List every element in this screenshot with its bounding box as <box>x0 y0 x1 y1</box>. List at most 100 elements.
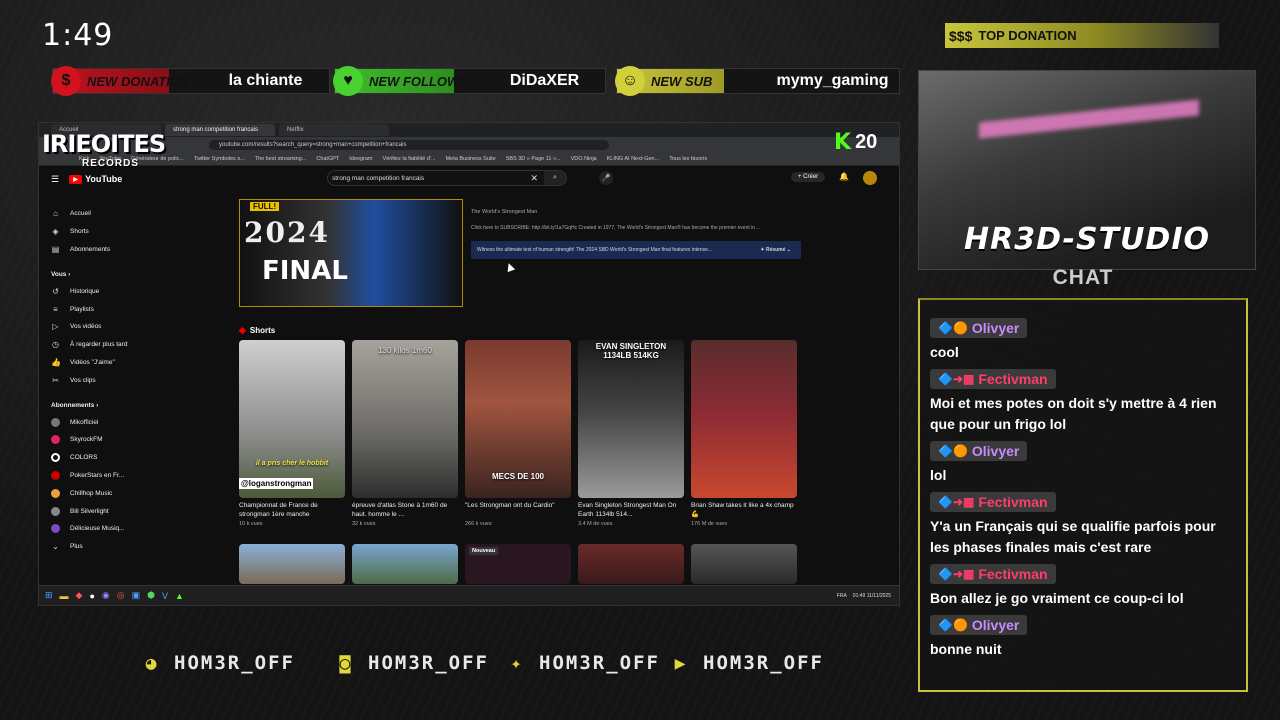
bookmark[interactable]: Meta Business Suite <box>446 156 496 162</box>
sidebar-item-more[interactable]: ⌄ Plus <box>51 538 143 556</box>
short-card[interactable]: MECS DE 100 "Les Strongman ont du Cardio… <box>465 340 571 527</box>
chat-user: 🔷🟠 Olivyer <box>930 318 1028 338</box>
sidebar-section-abonnements[interactable]: Abonnements › <box>51 397 143 413</box>
app-icon[interactable]: V <box>162 591 168 601</box>
app-icon[interactable]: ◎ <box>117 590 125 601</box>
subscription-item[interactable]: Mikofficiel <box>51 413 143 431</box>
windows-icon[interactable]: ⊞ <box>45 590 53 601</box>
short-views: 3,4 M de vues <box>578 521 613 527</box>
bookmark[interactable]: Vérifiez la fiabilité d'... <box>383 156 436 162</box>
bookmark[interactable]: Tous les favoris <box>669 156 707 162</box>
url-input[interactable]: youtube.com/results?search_query=strong+… <box>209 140 609 150</box>
folder-icon[interactable]: ▬ <box>60 591 69 601</box>
short-card[interactable]: Brian Shaw takes it like a 4x champ 💪 17… <box>691 340 797 527</box>
short-thumbnail[interactable]: MECS DE 100 <box>465 340 571 498</box>
channel-name[interactable]: The World's Strongest Man <box>471 209 537 215</box>
short-thumbnail[interactable]: 130 kilos 1m60 <box>352 340 458 498</box>
youtube-logo[interactable]: ▶ YouTube <box>69 174 122 184</box>
sidebar-item-playlists[interactable]: ≡ Playlists <box>51 300 143 318</box>
clear-icon[interactable]: ✕ <box>530 173 538 184</box>
short-views: 176 M de vues <box>691 521 728 527</box>
promo-banner[interactable]: Witness the ultimate test of human stren… <box>471 241 801 259</box>
short-title[interactable]: Brian Shaw takes it like a 4x champ 💪 <box>691 502 797 519</box>
chat-text: Moi et mes potes on doit s'y mettre à 4 … <box>930 395 1217 432</box>
sidebar-item-accueil[interactable]: ⌂ Accueil <box>51 205 143 223</box>
bookmark[interactable]: Ideogram <box>349 156 372 162</box>
short-thumbnail[interactable] <box>578 544 684 584</box>
search-icon[interactable]: ⌕ <box>544 171 566 185</box>
subscription-item[interactable]: PokerStars en Fr... <box>51 467 143 485</box>
create-button[interactable]: + Créer <box>791 172 826 182</box>
bookmark[interactable]: Twitter Symboles s... <box>194 156 245 162</box>
chat-text: lol <box>930 467 947 483</box>
app-icon[interactable]: ▲ <box>175 591 184 601</box>
new-badge: Nouveau <box>469 547 499 555</box>
sidebar-item-abonnements[interactable]: ▤ Abonnements <box>51 241 143 259</box>
thumb-caption: 130 kilos 1m60 <box>378 346 432 355</box>
subscription-item[interactable]: Chillhop Music <box>51 484 143 502</box>
subscription-item[interactable]: COLORS <box>51 449 143 467</box>
short-card[interactable]: il a pris cher le hobbit @loganstrongman… <box>239 340 345 527</box>
tab-search[interactable]: strong man competition francais <box>165 124 275 136</box>
short-card[interactable]: 130 kilos 1m60 épreuve d'atlas Stone à 1… <box>352 340 458 527</box>
subscription-item[interactable]: SkyrockFM <box>51 431 143 449</box>
short-title[interactable]: épreuve d'atlas Stone à 1m60 de haut. ho… <box>352 502 458 519</box>
avatar[interactable] <box>863 171 877 185</box>
sidebar-item-clips[interactable]: ✂ Vos clips <box>51 371 143 389</box>
browser-icon[interactable]: ◆ <box>76 590 83 601</box>
short-thumbnail[interactable]: EVAN SINGLETON 1134LB 514KG <box>578 340 684 498</box>
bell-icon[interactable]: 🔔 <box>839 172 849 181</box>
bookmark[interactable]: KLING AI Next-Gen... <box>607 156 660 162</box>
featured-thumbnail[interactable]: FULL! 2024 FINAL <box>239 199 463 307</box>
summary-button[interactable]: ✦ Résumé ⌄ <box>760 247 791 253</box>
short-views: 32 k vues <box>352 521 376 527</box>
tab-netflix[interactable]: Netflix <box>279 124 389 136</box>
short-title[interactable]: Championnat de France de strongman 1ère … <box>239 502 345 519</box>
chat-text: bonne nuit <box>930 641 1002 657</box>
chat-panel: 🔷🟠 Olivyer cool 🔷➜▦ Fectivman Moi et mes p… <box>918 298 1248 692</box>
sidebar-section-vous[interactable]: Vous › <box>51 266 143 282</box>
chevron-down-icon: ⌄ <box>52 542 59 552</box>
social-instagram: ◙ HOM3R_OFF <box>334 652 489 674</box>
channel-avatar <box>51 488 60 498</box>
mic-icon[interactable]: 🎤 <box>599 171 613 185</box>
search-input[interactable]: strong man competition francais ✕ ⌕ <box>327 170 567 186</box>
tray-time[interactable]: 01:49 11/11/2025 <box>853 593 891 599</box>
short-card[interactable]: EVAN SINGLETON 1134LB 514KG Evan Singlet… <box>578 340 684 527</box>
sidebar-item-shorts[interactable]: ◈ Shorts <box>51 223 143 241</box>
short-title[interactable]: "Les Strongman ont du Cardio" <box>465 502 571 519</box>
app-icon[interactable]: ● <box>89 591 94 601</box>
badge-icon: 🔷🟠 <box>938 321 968 335</box>
short-thumbnail[interactable] <box>239 544 345 584</box>
app-icon[interactable]: ▣ <box>132 590 141 601</box>
short-thumbnail[interactable] <box>691 544 797 584</box>
video-icon: ▷ <box>52 322 59 332</box>
bookmark[interactable]: The best streaming... <box>255 156 307 162</box>
heart-icon: ♥ <box>333 66 363 96</box>
tray-lang[interactable]: FRA <box>837 593 847 599</box>
short-thumbnail[interactable] <box>691 340 797 498</box>
app-icon[interactable]: ⬢ <box>147 590 155 601</box>
short-title[interactable]: Evan Singleton Strongest Man On Earth 11… <box>578 502 684 519</box>
shorts-grid: il a pris cher le hobbit @loganstrongman… <box>239 340 797 527</box>
menu-icon[interactable]: ☰ <box>51 174 59 185</box>
stream-timer: 1:49 <box>42 18 114 53</box>
app-icon[interactable]: ◉ <box>102 590 110 601</box>
brand-logo: IRIEOITES <box>42 130 166 158</box>
subscription-item[interactable]: Bill Silverlight <box>51 502 143 520</box>
subscriptions-icon: ▤ <box>51 244 60 254</box>
chat-text: cool <box>930 344 959 360</box>
sidebar-item-videos[interactable]: ▷ Vos vidéos <box>51 318 143 336</box>
short-thumbnail[interactable]: il a pris cher le hobbit @loganstrongman <box>239 340 345 498</box>
bookmark[interactable]: VDO.Ninja <box>571 156 597 162</box>
sidebar-item-watch-later[interactable]: ◷ À regarder plus tard <box>51 336 143 354</box>
short-thumbnail[interactable] <box>352 544 458 584</box>
subscription-item[interactable]: Délicieuse Musiq... <box>51 520 143 538</box>
taskbar: ⊞ ▬ ◆ ● ◉ ◎ ▣ ⬢ V ▲ FRA 01:49 11/11/2025 <box>39 585 899 605</box>
play-icon: ▶ <box>69 174 83 184</box>
sidebar-item-liked[interactable]: 👍 Vidéos "J'aime" <box>51 354 143 372</box>
sidebar-item-historique[interactable]: ↺ Historique <box>51 282 143 300</box>
bookmark[interactable]: ChatGPT <box>316 156 339 162</box>
bookmark[interactable]: SBS 3D » Page 11 »... <box>506 156 561 162</box>
home-icon: ⌂ <box>53 209 58 219</box>
